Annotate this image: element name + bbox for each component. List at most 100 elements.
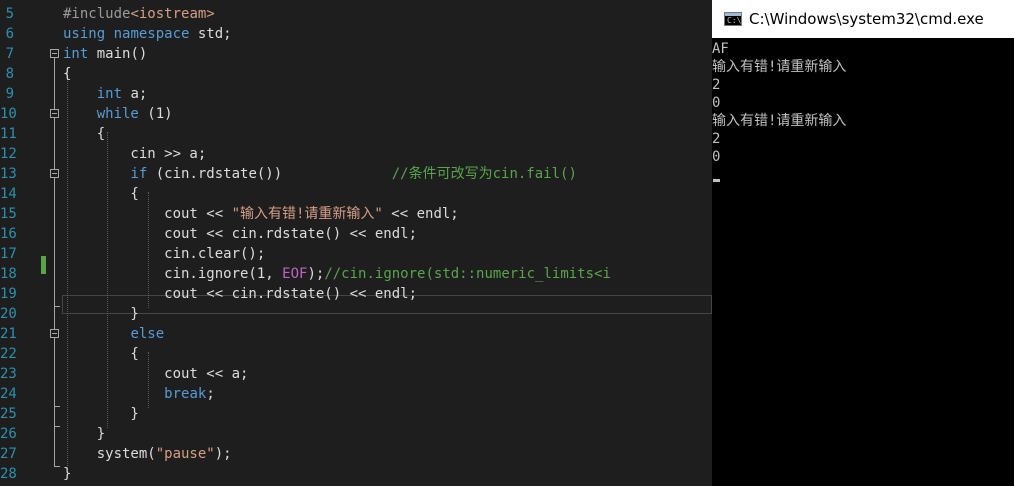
line-number: 25 — [0, 406, 17, 422]
code-line[interactable]: 21 else — [0, 324, 712, 344]
code-token: cout << — [63, 206, 232, 222]
code-text: break; — [63, 384, 215, 404]
code-line[interactable]: 15 cout << "输入有错!请重新输入" << endl; — [0, 204, 712, 224]
code-line[interactable]: 13 if (cin.rdstate()) //条件可改写为cin.fail() — [0, 164, 712, 184]
code-line[interactable]: 12 cin >> a; — [0, 144, 712, 164]
code-token: system( — [63, 446, 156, 462]
fold-toggle-icon[interactable] — [50, 49, 59, 58]
line-number: 15 — [0, 206, 17, 222]
code-line[interactable]: 24 break; — [0, 384, 712, 404]
code-token: namespace — [113, 26, 190, 42]
code-line[interactable]: 26 } — [0, 424, 712, 444]
code-token: { — [63, 126, 106, 142]
cmd-window-icon[interactable]: C:\ — [724, 12, 742, 26]
code-line[interactable]: 16 cout << cin.rdstate() << endl; — [0, 224, 712, 244]
code-line[interactable]: 10 while (1) — [0, 104, 712, 124]
code-token: } — [63, 306, 139, 322]
console-output-line: 输入有错!请重新输入 — [712, 59, 847, 75]
code-line[interactable]: 25 } — [0, 404, 712, 424]
code-text: cin.clear(); — [63, 244, 265, 264]
line-number: 24 — [0, 386, 17, 402]
console-output-line: 输入有错!请重新输入 — [712, 113, 847, 129]
code-token: if — [130, 166, 148, 182]
code-token: a; — [122, 86, 148, 102]
line-number: 13 — [0, 166, 17, 182]
fold-toggle-icon[interactable] — [50, 169, 59, 178]
console-cursor — [713, 179, 720, 182]
line-number: 7 — [5, 46, 14, 62]
code-token: break — [164, 386, 207, 402]
code-token: } — [63, 426, 106, 442]
line-number: 20 — [0, 306, 17, 322]
fold-toggle-icon[interactable] — [50, 329, 59, 338]
line-number: 10 — [0, 106, 17, 122]
code-line[interactable]: 14 { — [0, 184, 712, 204]
code-token: cout << a; — [63, 366, 249, 382]
code-token: cout << cin.rdstate() << endl; — [63, 226, 418, 242]
code-line[interactable]: 19 cout << cin.rdstate() << endl; — [0, 284, 712, 304]
code-token: { — [63, 66, 72, 82]
code-token: ); — [307, 266, 325, 282]
code-token: //条件可改写为cin.fail() — [391, 166, 577, 182]
code-token: #include — [63, 6, 131, 22]
code-text: using namespace std; — [63, 24, 232, 44]
line-number: 6 — [5, 26, 14, 42]
code-line[interactable]: 9 int a; — [0, 84, 712, 104]
code-token: cin.clear(); — [63, 246, 266, 262]
line-number: 21 — [0, 326, 17, 342]
code-text: { — [63, 344, 139, 364]
code-line[interactable]: 28} — [0, 464, 712, 484]
code-line[interactable]: 22 { — [0, 344, 712, 364]
code-text: while (1) — [63, 104, 173, 124]
code-token: //cin.ignore(std::numeric_limits<i — [324, 266, 611, 282]
code-token: <iostream> — [130, 6, 215, 22]
console-output-line: 0 — [712, 149, 721, 165]
console-output-line: AF — [712, 41, 729, 57]
code-line[interactable]: 20 } — [0, 304, 712, 324]
line-number: 11 — [0, 126, 17, 142]
code-line[interactable]: 17 cin.clear(); — [0, 244, 712, 264]
line-number: 8 — [5, 66, 14, 82]
console-output-line: 0 — [712, 95, 721, 111]
code-token: int — [63, 46, 89, 62]
code-token: cin.ignore(1, — [63, 266, 283, 282]
fold-toggle-icon[interactable] — [50, 109, 59, 118]
code-line[interactable]: 5 #include<iostream> — [0, 4, 712, 24]
code-text: if (cin.rdstate()) //条件可改写为cin.fail() — [63, 164, 577, 184]
code-text: } — [63, 404, 138, 424]
code-text: int a; — [63, 84, 148, 104]
code-line[interactable]: 27 system("pause"); — [0, 444, 712, 464]
line-number: 23 — [0, 366, 17, 382]
code-text: cout << "输入有错!请重新输入" << endl; — [63, 204, 459, 224]
cmd-window-title: C:\Windows\system32\cmd.exe — [749, 10, 984, 28]
code-line[interactable]: 23 cout << a; — [0, 364, 712, 384]
code-line[interactable]: 11 { — [0, 124, 712, 144]
code-token: { — [63, 346, 139, 362]
code-token: using — [63, 26, 106, 42]
console-output-line: 2 — [712, 131, 721, 147]
line-number: 19 — [0, 286, 17, 302]
console-output-line: 2 — [712, 77, 721, 93]
code-token: ); — [214, 446, 232, 462]
code-line[interactable]: 7 int main() — [0, 44, 712, 64]
code-line[interactable]: 18 cin.ignore(1, EOF);//cin.ignore(std::… — [0, 264, 712, 284]
code-editor[interactable]: 5 #include<iostream> 6 using namespace std;… — [0, 0, 712, 486]
code-text: #include<iostream> — [63, 4, 215, 24]
code-text: cout << cin.rdstate() << endl; — [63, 284, 417, 304]
code-token: "输入有错!请重新输入" — [231, 206, 383, 222]
code-line[interactable]: 6 using namespace std; — [0, 24, 712, 44]
line-number: 22 — [0, 346, 17, 362]
code-text: { — [63, 124, 105, 144]
code-token: } — [63, 466, 72, 482]
line-number: 16 — [0, 226, 17, 242]
cmd-window[interactable]: C:\ C:\Windows\system32\cmd.exe AF 输入有错!请… — [712, 0, 1014, 486]
cmd-icon-glyph: C:\ — [727, 16, 742, 25]
cmd-title-bar[interactable]: C:\ C:\Windows\system32\cmd.exe — [712, 0, 1014, 38]
code-text: cin >> a; — [63, 144, 206, 164]
code-line[interactable]: 8{ — [0, 64, 712, 84]
line-number: 18 — [0, 266, 17, 282]
code-token: cin >> a; — [63, 146, 207, 162]
